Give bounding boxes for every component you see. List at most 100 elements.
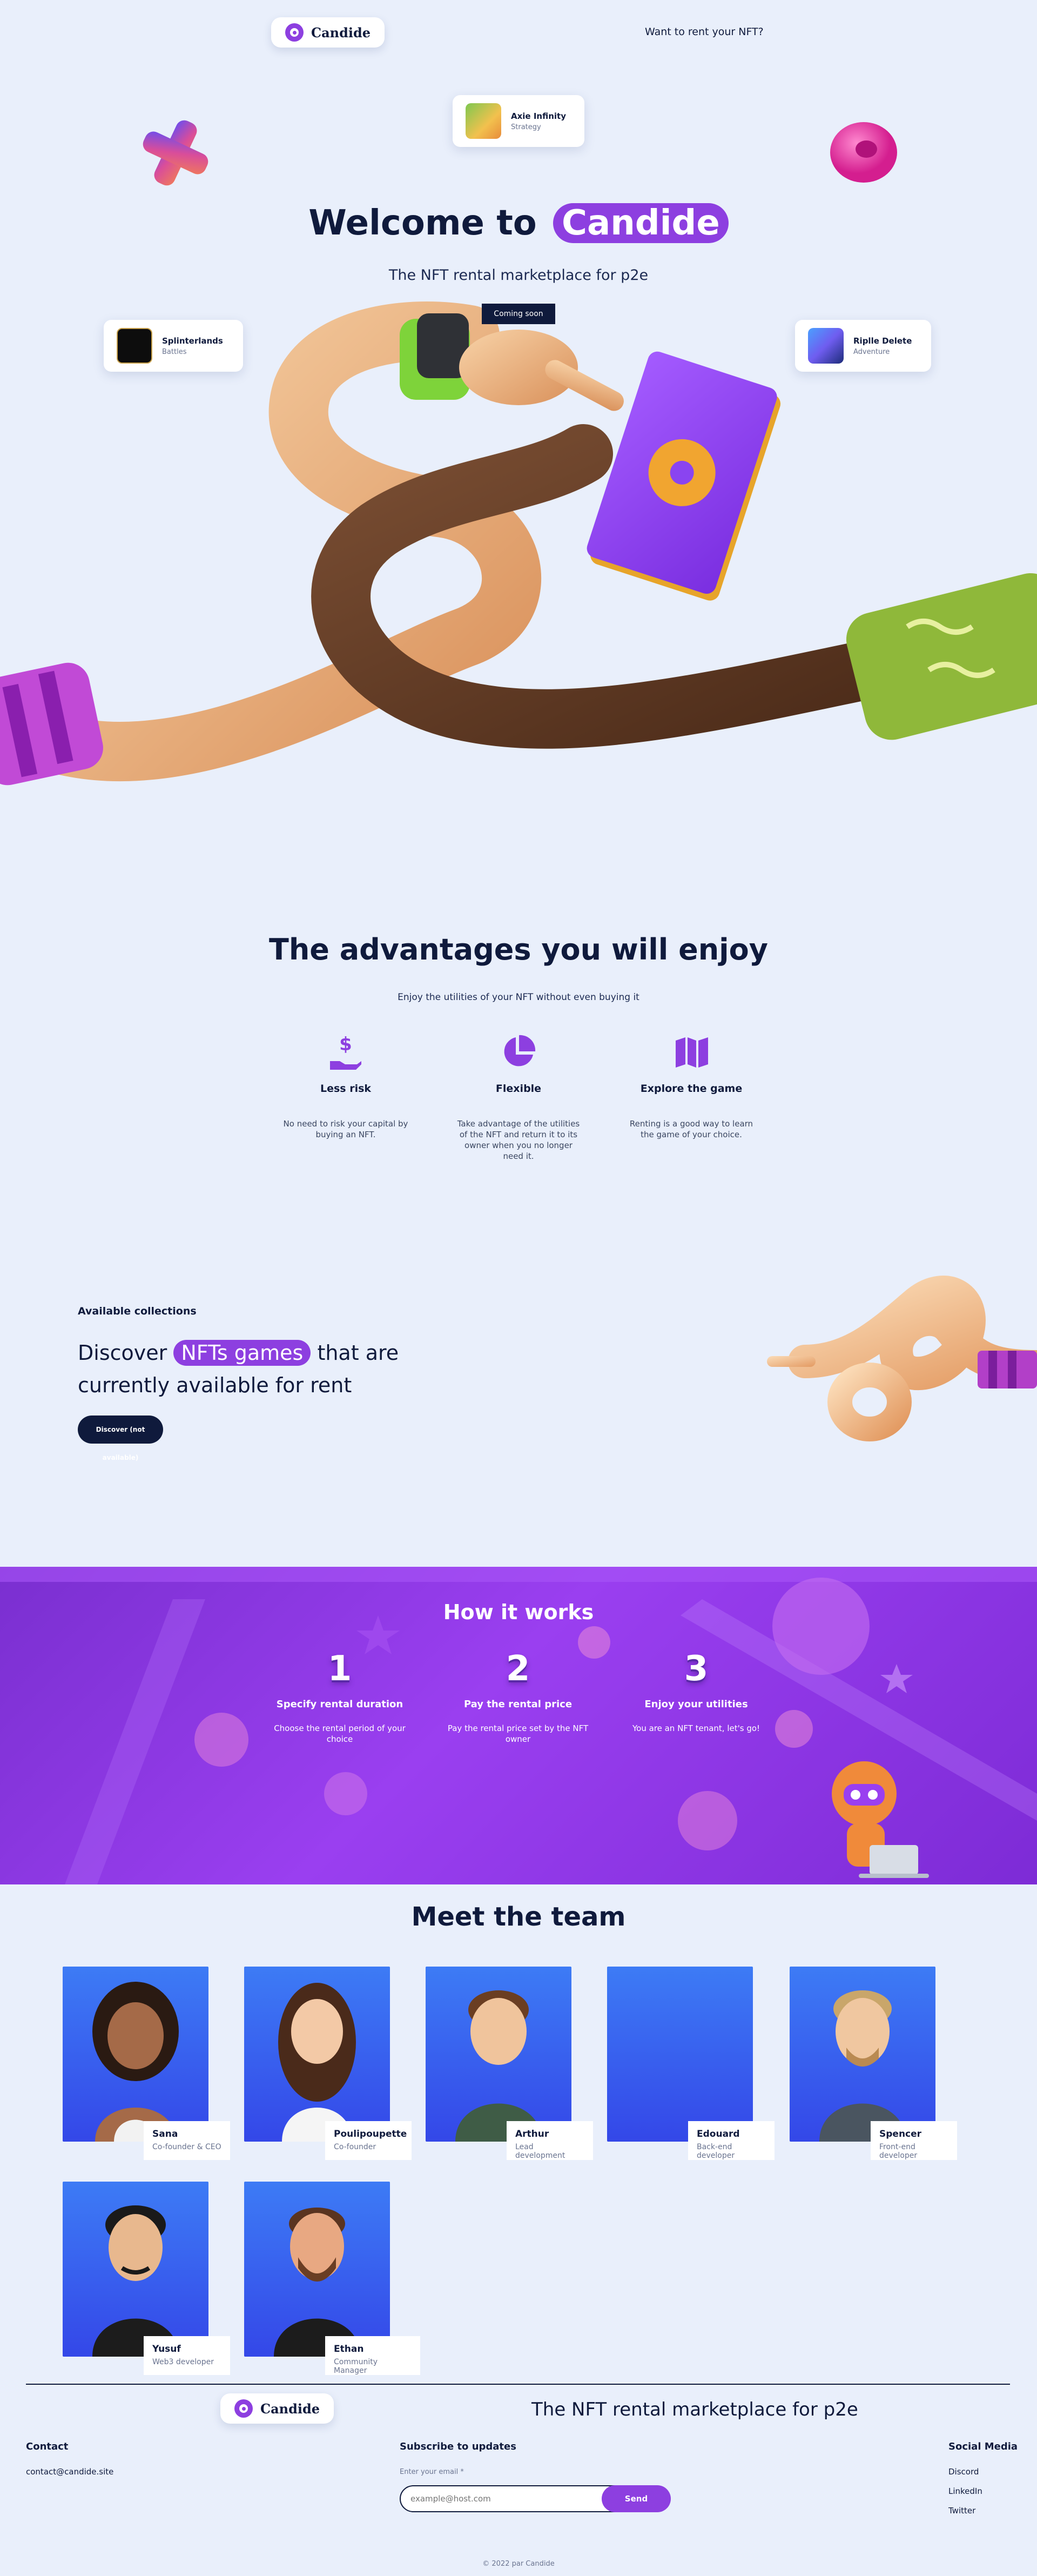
email-label: Enter your email * [400, 2468, 464, 2476]
axie-thumbnail [466, 103, 501, 139]
map-icon [676, 1037, 708, 1068]
advantage-title: Flexible [495, 1083, 542, 1095]
social-title: Social Media [948, 2441, 1018, 2452]
member-name: Ethan [334, 2344, 364, 2354]
step-desc: Pay the rental price set by the NFT owne… [447, 1723, 589, 1744]
discover-button[interactable]: Discover (not available) [78, 1416, 163, 1461]
hero-title-prefix: Welcome to [308, 203, 537, 243]
advantage-title: Less risk [320, 1083, 372, 1095]
advantage-desc: Renting is a good way to learn the game … [629, 1119, 753, 1139]
team-member-poulipoupette: Poulipoupette Co-founder [244, 1967, 412, 2160]
robot-mascot-illustration [832, 1761, 929, 1878]
member-name: Sana [152, 2129, 178, 2139]
plus-shape-icon [143, 120, 208, 186]
hero-title-highlight: Candide [553, 203, 729, 243]
ethan-avatar [274, 2208, 360, 2357]
team-member-yusuf: Yusuf Web3 developer [63, 2182, 230, 2375]
pretzel-arm-illustration [767, 1276, 1037, 1441]
member-name: Poulipoupette [334, 2129, 407, 2139]
step-number: 3 [684, 1649, 709, 1689]
advantages-subtitle: Enjoy the utilities of your NFT without … [398, 992, 639, 1003]
copyright: © 2022 par Candide [482, 2560, 555, 2568]
social-link-twitter[interactable]: Twitter [948, 2506, 975, 2515]
game-category: Strategy [511, 123, 541, 131]
member-role: Web3 developer [152, 2358, 214, 2366]
collections-title-line2: currently available for rent [78, 1373, 352, 1397]
member-name: Yusuf [152, 2344, 181, 2354]
member-role: Co-founder & CEO [152, 2143, 221, 2151]
member-card: Yusuf Web3 developer [144, 2336, 230, 2375]
hand-dollar-icon: $ [330, 1034, 361, 1070]
advantages-title: The advantages you will enjoy [269, 933, 768, 967]
logo-text: Candide [311, 24, 371, 41]
collections-title-prefix: Discover [78, 1341, 167, 1365]
team-member-sana: Sana Co-founder & CEO [63, 1967, 230, 2160]
game-name: Axie Infinity [511, 111, 566, 121]
email-input[interactable] [400, 2485, 616, 2512]
step-title: Enjoy your utilities [644, 1699, 748, 1710]
team-member-spencer: Spencer Front-end developer [790, 1967, 957, 2160]
team-member-ethan: Ethan Community Manager [244, 2182, 420, 2375]
member-role: Lead development [515, 2143, 565, 2160]
how-step-1: 1 Specify rental duration Choose the ren… [267, 1649, 413, 1745]
member-name: Edouard [697, 2129, 740, 2139]
member-card: Spencer Front-end developer [871, 2121, 957, 2160]
team-member-edouard: Edouard Back-end developer [607, 1967, 775, 2160]
how-step-3: 3 Enjoy your utilities You are an NFT te… [623, 1649, 769, 1734]
member-card: Edouard Back-end developer [688, 2121, 775, 2160]
collections-title: Discover NFTs games that are currently a… [78, 1337, 467, 1401]
header-logo[interactable]: Candide [271, 17, 385, 48]
collections-title-highlight: NFTs games [173, 1340, 311, 1366]
coming-soon-badge: Coming soon [482, 304, 555, 324]
footer-tagline: The NFT rental marketplace for p2e [531, 2399, 858, 2420]
logo-text: Candide [260, 2400, 320, 2417]
member-card: Poulipoupette Co-founder [325, 2121, 412, 2160]
rent-nft-link[interactable]: Want to rent your NFT? [645, 26, 764, 38]
team-member-arthur: Arthur Lead development [426, 1967, 593, 2160]
game-card-axie[interactable]: Axie Infinity Strategy [453, 95, 584, 147]
step-title: Specify rental duration [276, 1699, 403, 1710]
arthur-avatar [455, 1990, 542, 2142]
candide-logo-icon [234, 2399, 253, 2418]
how-title: How it works [443, 1600, 594, 1624]
member-role: Front-end developer [879, 2143, 918, 2160]
step-number: 1 [327, 1649, 352, 1689]
team-title: Meet the team [411, 1902, 626, 1932]
advantage-explore: Explore the game Renting is a good way t… [627, 1033, 756, 1140]
candide-logo-icon [285, 23, 304, 42]
advantage-desc: No need to risk your capital by buying a… [283, 1119, 408, 1139]
social-link-discord[interactable]: Discord [948, 2467, 979, 2477]
member-card: Arthur Lead development [507, 2121, 593, 2160]
donut-shape-icon [830, 122, 897, 183]
subscribe-title: Subscribe to updates [400, 2441, 516, 2452]
social-link-linkedin[interactable]: LinkedIn [948, 2486, 982, 2496]
hero-subtitle: The NFT rental marketplace for p2e [388, 267, 649, 284]
member-name: Spencer [879, 2129, 922, 2139]
footer-logo[interactable]: Candide [220, 2393, 334, 2424]
member-name: Arthur [515, 2129, 549, 2139]
step-title: Pay the rental price [463, 1699, 573, 1710]
hero-title: Welcome to Candide [0, 203, 1037, 243]
send-button[interactable]: Send [602, 2485, 671, 2512]
step-number: 2 [506, 1649, 530, 1689]
step-desc: You are an NFT tenant, let's go! [632, 1723, 760, 1733]
member-card: Ethan Community Manager [325, 2336, 420, 2375]
collections-label: Available collections [78, 1305, 197, 1317]
yusuf-avatar [92, 2205, 179, 2357]
poulipoupette-avatar [278, 1983, 356, 2142]
member-role: Back-end developer [697, 2143, 735, 2160]
hero-illustration [0, 301, 1037, 786]
how-step-2: 2 Pay the rental price Pay the rental pr… [445, 1649, 591, 1745]
member-role: Co-founder [334, 2143, 376, 2151]
member-role: Community Manager [334, 2358, 378, 2375]
advantage-less-risk: $ Less risk No need to risk your capital… [281, 1033, 410, 1140]
sana-avatar [92, 1982, 179, 2142]
member-card: Sana Co-founder & CEO [144, 2121, 230, 2160]
contact-email[interactable]: contact@candide.site [26, 2467, 113, 2477]
step-desc: Choose the rental period of your choice [274, 1723, 406, 1744]
advantage-title: Explore the game [640, 1083, 743, 1095]
collections-title-suffix: that are [317, 1341, 399, 1365]
footer-divider [26, 2384, 1010, 2385]
advantage-desc: Take advantage of the utilities of the N… [457, 1119, 580, 1161]
advantage-flexible: Flexible Take advantage of the utilities… [454, 1033, 583, 1162]
